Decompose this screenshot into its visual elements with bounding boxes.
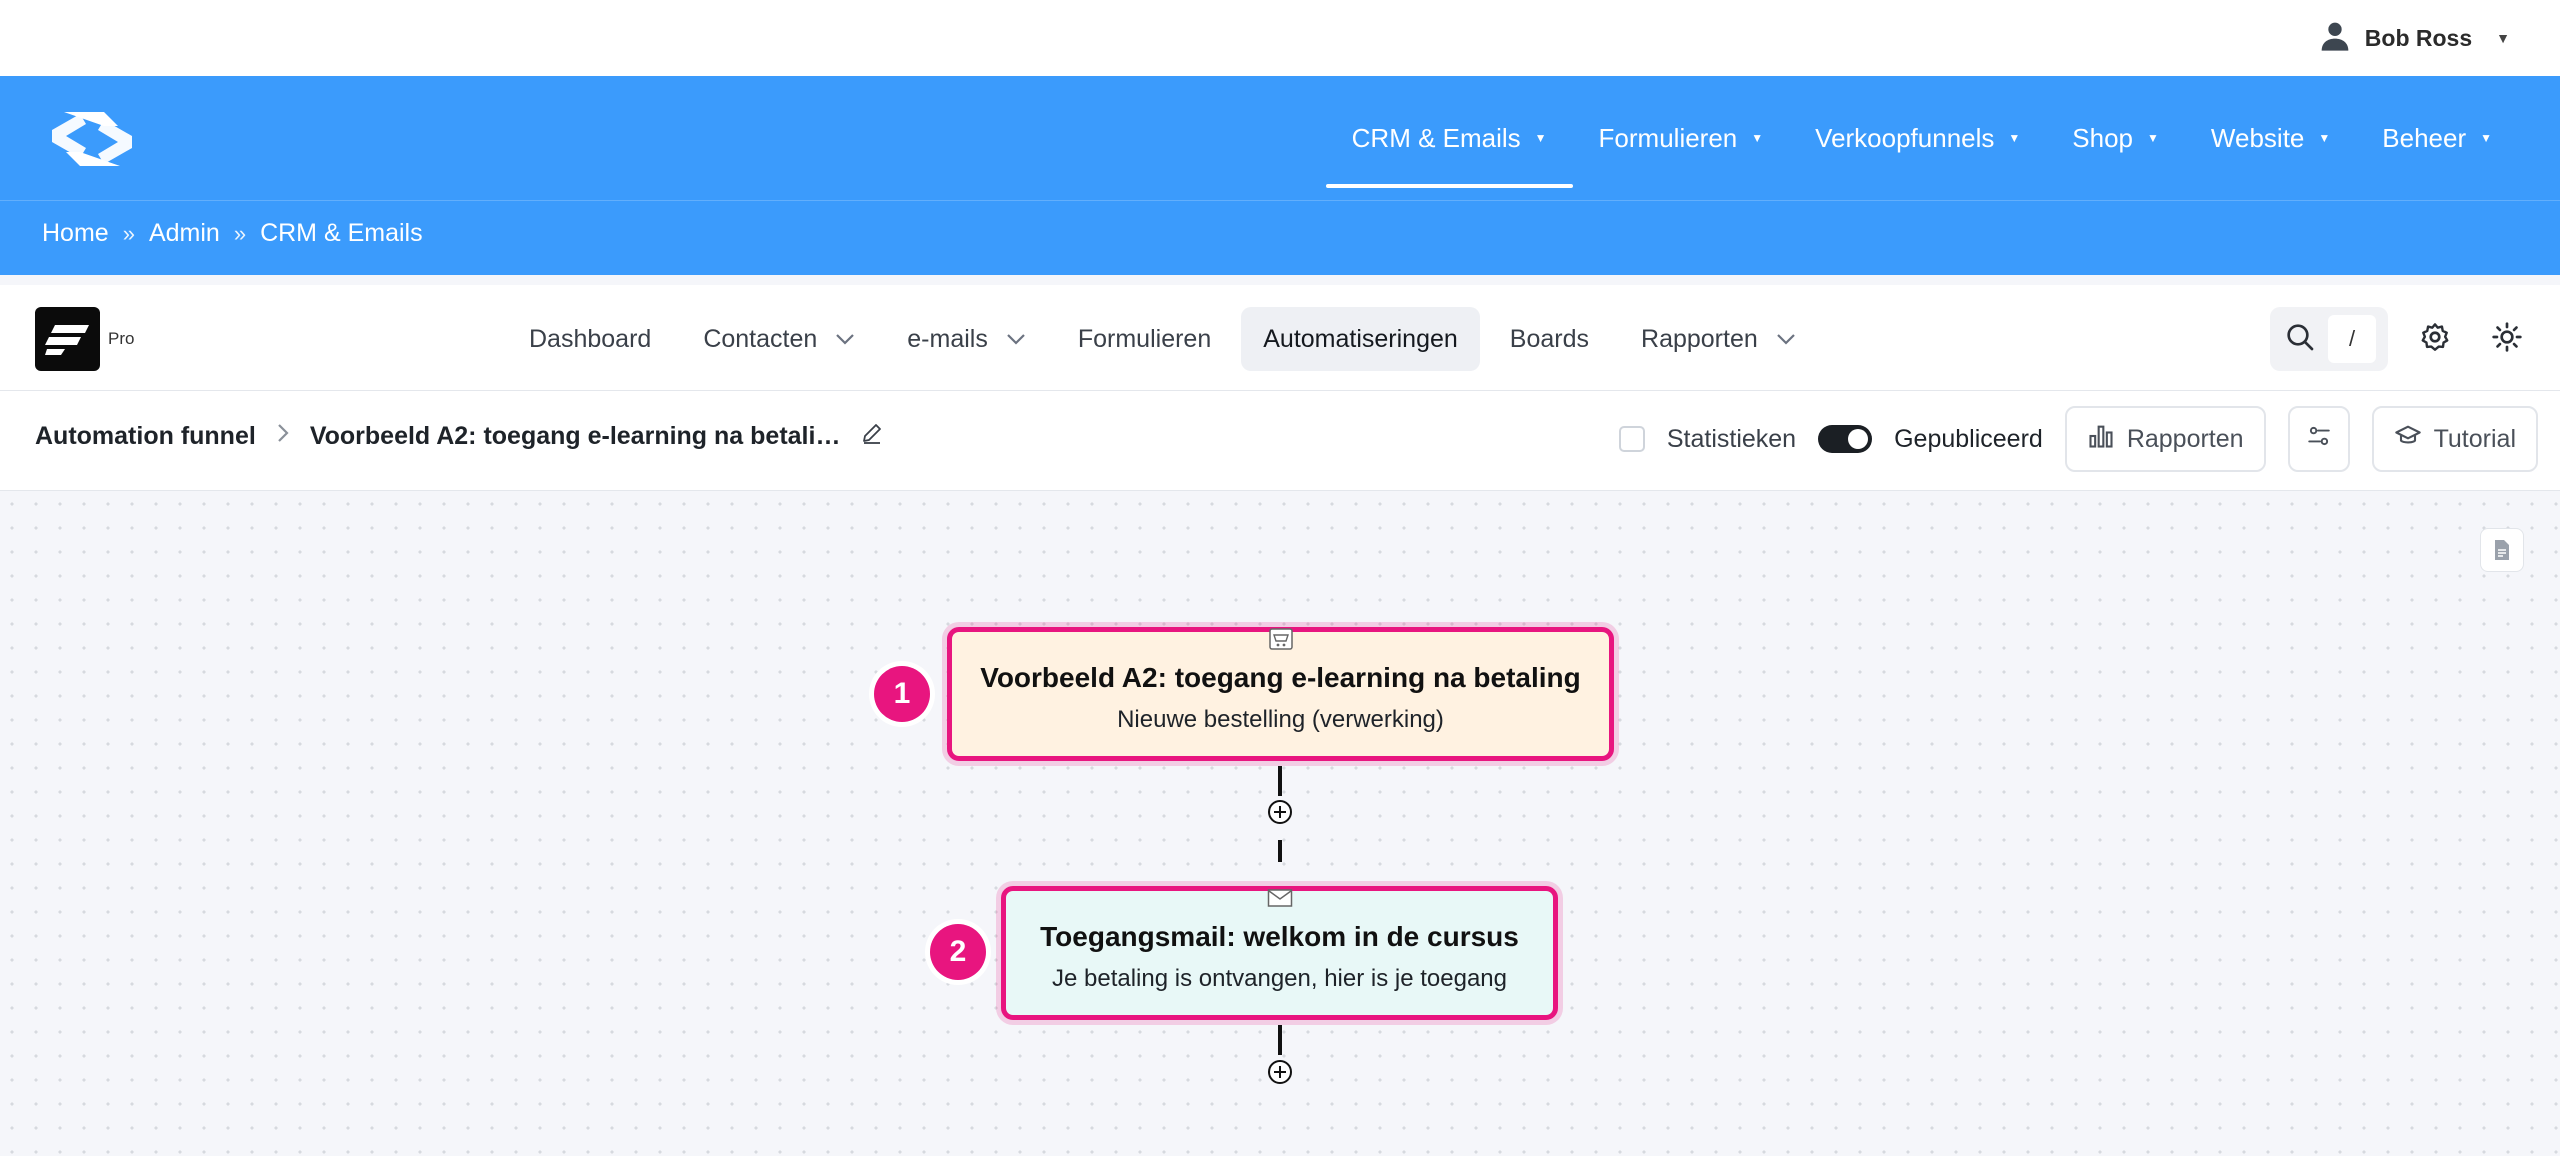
main-menu: CRM & Emails ▼ Formulieren ▼ Verkoopfunnel…	[1325, 76, 2518, 200]
tab-boards[interactable]: Boards	[1488, 307, 1611, 371]
search-shortcut: /	[2328, 315, 2376, 363]
plus-circle-icon	[1268, 1060, 1292, 1084]
filters-button[interactable]	[2287, 406, 2350, 472]
app-logo-mark	[35, 307, 100, 371]
caret-down-icon: ▼	[1751, 131, 1764, 145]
chevron-down-icon	[1006, 333, 1026, 345]
search-button[interactable]: /	[2270, 307, 2388, 371]
published-toggle[interactable]	[1818, 425, 1873, 453]
gear-icon	[2419, 321, 2451, 358]
pro-label: Pro	[108, 329, 135, 348]
sun-icon	[2491, 321, 2523, 358]
caret-down-icon: ▼	[2496, 30, 2510, 46]
add-step-button[interactable]	[1266, 798, 1294, 826]
funnel-header: Automation funnel Voorbeeld A2: toegang …	[0, 391, 2560, 491]
tab-formulieren[interactable]: Formulieren	[1056, 307, 1233, 371]
statistics-checkbox[interactable]	[1618, 426, 1645, 452]
connector-line	[1278, 766, 1282, 796]
pencil-icon	[863, 424, 882, 444]
menu-crm-emails[interactable]: CRM & Emails ▼	[1325, 76, 1573, 200]
menu-shop[interactable]: Shop ▼	[2046, 76, 2185, 200]
tab-e-mails[interactable]: e-mails	[885, 307, 1048, 371]
tab-dashboard[interactable]: Dashboard	[507, 307, 673, 371]
caret-down-icon: ▼	[1534, 131, 1547, 145]
action-node[interactable]: Toegangsmail: welkom in de cursus Je bet…	[1001, 886, 1558, 1020]
shop-icon	[1266, 626, 1296, 652]
connector-line	[1278, 840, 1282, 862]
trigger-node[interactable]: Voorbeeld A2: toegang e-learning na beta…	[947, 627, 1614, 761]
user-menu[interactable]: Bob Ross ▼	[2319, 18, 2510, 58]
breadcrumb-separator: »	[122, 220, 135, 246]
published-label: Gepubliceerd	[1894, 424, 2043, 453]
caret-down-icon: ▼	[2147, 131, 2159, 145]
search-icon	[2284, 321, 2316, 358]
toolbar-actions: /	[2270, 307, 2532, 371]
breadcrumb-bar: Home » Admin » CRM & Emails	[0, 200, 2560, 275]
reports-button[interactable]: Rapporten	[2064, 406, 2266, 472]
funnel-breadcrumb: Automation funnel Voorbeeld A2: toegang …	[35, 421, 884, 452]
main-navigation: CRM & Emails ▼ Formulieren ▼ Verkoopfunnel…	[0, 76, 2560, 200]
connector-line	[1278, 1025, 1282, 1055]
node-title: Voorbeeld A2: toegang e-learning na beta…	[980, 662, 1581, 693]
tab-rapporten[interactable]: Rapporten	[1619, 307, 1818, 371]
caret-down-icon: ▼	[2318, 131, 2331, 145]
brand-logo[interactable]	[46, 104, 138, 174]
menu-website[interactable]: Website ▼	[2185, 76, 2356, 200]
app-logo[interactable]: Pro	[35, 307, 134, 371]
graduation-cap-icon	[2394, 422, 2422, 457]
theme-toggle-button[interactable]	[2482, 314, 2532, 364]
step-number-badge: 1	[874, 666, 930, 722]
caret-down-icon: ▼	[2480, 131, 2492, 145]
sliders-icon	[2306, 423, 2332, 456]
automation-canvas[interactable]: 1 Voorbeeld A2: toegang e-learning na be…	[0, 492, 2560, 1156]
statistics-label: Statistieken	[1666, 424, 1797, 453]
document-icon	[2495, 540, 2509, 560]
user-bar: Bob Ross ▼	[0, 0, 2560, 76]
menu-beheer[interactable]: Beheer ▼	[2356, 76, 2518, 200]
node-title: Toegangsmail: welkom in de cursus	[1040, 921, 1519, 952]
menu-verkoopfunnels[interactable]: Verkoopfunnels ▼	[1789, 76, 2046, 200]
breadcrumb-separator: »	[233, 220, 247, 246]
breadcrumb: Home » Admin » CRM & Emails	[42, 219, 423, 248]
tab-automatiseringen[interactable]: Automatiseringen	[1241, 307, 1480, 371]
plus-circle-icon	[1268, 800, 1292, 824]
app-navigation: Dashboard Contacten e-mails Formulieren …	[507, 307, 1818, 371]
tutorial-button[interactable]: Tutorial	[2371, 406, 2538, 472]
app-toolbar: Pro Dashboard Contacten e-mails Formulie…	[0, 285, 2560, 391]
menu-formulieren[interactable]: Formulieren ▼	[1573, 76, 1790, 200]
breadcrumb-admin[interactable]: Admin	[149, 219, 220, 248]
add-step-button[interactable]	[1266, 1058, 1294, 1086]
node-subtitle: Nieuwe bestelling (verwerking)	[1117, 706, 1444, 733]
step-number-badge: 2	[930, 924, 986, 980]
mail-icon	[1265, 885, 1295, 911]
chevron-right-icon	[276, 422, 290, 451]
node-subtitle: Je betaling is ontvangen, hier is je toe…	[1052, 965, 1507, 992]
chevron-down-icon	[835, 333, 855, 345]
user-name: Bob Ross	[2364, 24, 2473, 51]
funnel-root-link[interactable]: Automation funnel	[35, 422, 256, 451]
edit-name-button[interactable]	[860, 421, 884, 452]
settings-button[interactable]	[2410, 314, 2460, 364]
bar-chart-icon	[2087, 422, 2115, 457]
breadcrumb-crm-emails[interactable]: CRM & Emails	[260, 219, 423, 248]
user-icon	[2319, 20, 2351, 57]
caret-down-icon: ▼	[2008, 131, 2021, 145]
funnel-name: Voorbeeld A2: toegang e-learning na beta…	[309, 422, 841, 450]
breadcrumb-home[interactable]: Home	[42, 219, 109, 248]
notes-button[interactable]	[2480, 528, 2524, 572]
tab-contacten[interactable]: Contacten	[681, 307, 877, 371]
funnel-actions: Statistieken Gepubliceerd Rapporten Tuto…	[1618, 406, 2538, 472]
chevron-down-icon	[1776, 333, 1796, 345]
